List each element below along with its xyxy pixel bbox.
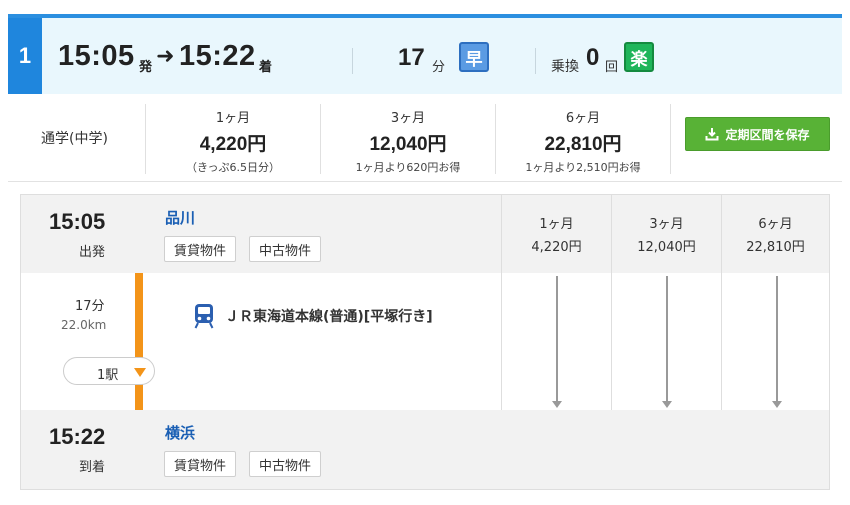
duration-unit: 分 [432, 60, 446, 75]
fare-summary: 通学(中学) 1ヶ月 4,220円 （きっぷ6.5日分） 3ヶ月 12,040円… [8, 94, 842, 182]
stops-toggle-button[interactable]: 1駅 [63, 357, 155, 385]
route-detail: 15:05 出発 品川 賃貸物件 中古物件 15:22 到着 横浜 賃貸物件 中… [20, 194, 830, 490]
fare-column-1month: 1ヶ月 4,220円 （きっぷ6.5日分） [145, 104, 320, 174]
divider [670, 104, 671, 174]
save-commuter-route-button[interactable]: 定期区間を保存 [685, 117, 830, 151]
segment-distance: 22.0km [61, 318, 107, 332]
arrow-down-icon [772, 401, 782, 408]
rental-property-link[interactable]: 賃貸物件 [164, 451, 237, 477]
fare-note: 1ヶ月より620円お得 [355, 161, 461, 174]
arrow-right-icon: ➜ [156, 44, 175, 69]
caret-down-icon [134, 368, 146, 377]
arrival-suffix: 着 [259, 60, 273, 75]
fare-price: 12,040円 [369, 134, 447, 155]
stops-count: 1駅 [97, 368, 119, 383]
departure-suffix: 発 [139, 60, 153, 75]
route-header: 1 15:05 発 ➜ 15:22 着 17 分 早 乗換 0 回 楽 [8, 14, 842, 94]
fare-grid-column: 3ヶ月 12,040円 [611, 195, 721, 410]
fare-range-line [666, 276, 668, 402]
arrival-label: 到着 [79, 460, 106, 475]
departure-time: 15:05 [49, 209, 106, 234]
rental-property-link[interactable]: 賃貸物件 [164, 236, 237, 262]
transfer-label: 乗換 [551, 59, 579, 75]
fare-period: 1ヶ月 [215, 111, 251, 126]
fare-grid-period: 1ヶ月 [539, 217, 574, 232]
fare-price: 4,220円 [199, 134, 267, 155]
fare-grid: 1ヶ月 4,220円 3ヶ月 12,040円 6ヶ月 22,810円 [501, 195, 829, 410]
fare-note: 1ヶ月より2,510円お得 [525, 161, 641, 174]
download-icon [705, 128, 719, 141]
transfer-unit: 回 [605, 60, 619, 75]
departure-station-link[interactable]: 品川 [165, 207, 195, 228]
fare-range-line [776, 276, 778, 402]
fare-note: （きっぷ6.5日分） [185, 161, 281, 174]
fare-period: 3ヶ月 [390, 111, 426, 126]
arrival-time: 15:22 [179, 40, 256, 72]
fare-period: 6ヶ月 [565, 111, 601, 126]
easy-badge: 楽 [624, 42, 654, 72]
fast-badge: 早 [459, 42, 489, 72]
fare-grid-header: 6ヶ月 22,810円 [722, 195, 829, 273]
divider [352, 48, 353, 74]
arrow-down-icon [552, 401, 562, 408]
departure-time: 15:05 [58, 40, 135, 72]
fare-grid-period: 3ヶ月 [649, 217, 684, 232]
save-button-label: 定期区間を保存 [725, 127, 810, 142]
route-number: 1 [8, 18, 42, 94]
arrival-station-row: 15:22 到着 横浜 賃貸物件 中古物件 [21, 410, 829, 489]
ticket-type: 通学(中学) [41, 131, 108, 147]
train-icon [194, 304, 214, 329]
train-line-name: ＪＲ東海道本線(普通)[平塚行き] [225, 309, 433, 325]
fare-grid-price: 22,810円 [746, 240, 805, 255]
fare-column-3month: 3ヶ月 12,040円 1ヶ月より620円お得 [320, 104, 495, 174]
segment-duration: 17分 [75, 299, 105, 314]
rail-line-bar [135, 273, 143, 410]
fare-grid-column: 1ヶ月 4,220円 [501, 195, 611, 410]
fare-grid-column: 6ヶ月 22,810円 [721, 195, 829, 410]
used-property-link[interactable]: 中古物件 [249, 236, 322, 262]
used-property-link[interactable]: 中古物件 [249, 451, 322, 477]
fare-range-line [556, 276, 558, 402]
divider [535, 48, 536, 74]
fare-grid-header: 1ヶ月 4,220円 [502, 195, 611, 273]
arrow-down-icon [662, 401, 672, 408]
transfer-count: 0 [586, 44, 600, 71]
fare-grid-period: 6ヶ月 [758, 217, 793, 232]
fare-grid-price: 4,220円 [531, 240, 582, 255]
fare-column-6month: 6ヶ月 22,810円 1ヶ月より2,510円お得 [495, 104, 670, 174]
departure-label: 出発 [79, 245, 106, 260]
arrival-time: 15:22 [49, 424, 106, 449]
fare-grid-header: 3ヶ月 12,040円 [612, 195, 721, 273]
fare-price: 22,810円 [544, 134, 622, 155]
arrival-station-link[interactable]: 横浜 [165, 422, 195, 443]
fare-grid-price: 12,040円 [637, 240, 696, 255]
duration-value: 17 [398, 44, 425, 71]
